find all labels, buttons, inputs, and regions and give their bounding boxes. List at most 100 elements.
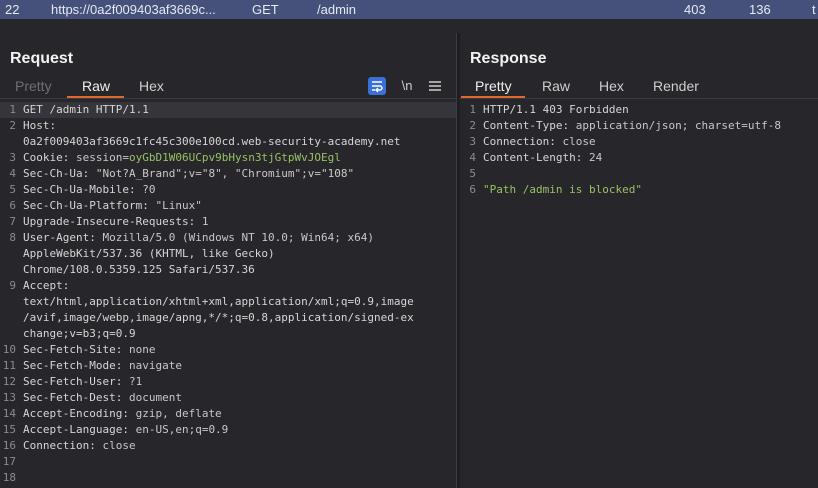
- code-line: 1 HTTP/1.1 403 Forbidden: [459, 102, 818, 118]
- code-line: 10 Sec-Fetch-Site: none: [0, 342, 456, 358]
- newline-toggle-button[interactable]: \n: [398, 77, 416, 95]
- line-text: Chrome/108.0.5359.125 Safari/537.36: [23, 262, 255, 278]
- hamburger-menu-icon[interactable]: [426, 77, 444, 95]
- history-status: 403: [684, 2, 706, 17]
- header-value: application/json; charset=utf-8: [569, 119, 782, 132]
- tab-response-render[interactable]: Render: [653, 78, 699, 94]
- line-text: Sec-Ch-Ua: "Not?A_Brand";v="8", "Chromiu…: [23, 166, 354, 182]
- header-name: Sec-Ch-Ua-Mobile: [23, 183, 129, 196]
- line-number: 4: [469, 151, 476, 164]
- code-line: 0a2f009403af3669c1fc45c300e100cd.web-sec…: [0, 134, 456, 150]
- header-colon: :: [128, 183, 136, 196]
- header-name: Sec-Fetch-Mode: [23, 359, 116, 372]
- wrap-lines-icon[interactable]: [368, 77, 386, 95]
- header-name: Sec-Ch-Ua-Platform: [23, 199, 143, 212]
- line-text: Sec-Fetch-Mode: navigate: [23, 358, 182, 374]
- highlighted-value: "Path /admin is blocked": [483, 183, 642, 196]
- response-pane: Response Pretty Raw Hex Render 1 HTTP/1.1…: [459, 33, 818, 488]
- header-colon: :: [49, 119, 57, 132]
- tab-response-pretty[interactable]: Pretty: [475, 78, 512, 94]
- code-line: 14 Accept-Encoding: gzip, deflate: [0, 406, 456, 422]
- line-number: 10: [2, 343, 16, 356]
- request-tab-separator: [0, 98, 456, 99]
- header-colon: :: [549, 135, 556, 148]
- header-name: Content-Length: [483, 151, 576, 164]
- line-text: "Path /admin is blocked": [483, 182, 642, 198]
- line-number: 3: [9, 151, 16, 164]
- code-line: 18: [0, 470, 456, 486]
- tab-request-pretty[interactable]: Pretty: [15, 78, 52, 94]
- line-text: Host:: [23, 118, 56, 134]
- code-line: 3 Connection: close: [459, 134, 818, 150]
- line-text: Content-Length: 24: [483, 150, 602, 166]
- header-value: ?0: [135, 183, 156, 196]
- line-text: text/html,application/xhtml+xml,applicat…: [23, 294, 414, 310]
- request-editor[interactable]: 1 GET /admin HTTP/1.1 2 Host: 0a2f009403af36…: [0, 102, 456, 486]
- tab-request-hex[interactable]: Hex: [139, 78, 164, 94]
- tab-response-hex[interactable]: Hex: [599, 78, 624, 94]
- header-name: Upgrade-Insecure-Requests: [23, 215, 189, 228]
- code-line: AppleWebKit/537.36 (KHTML, like Gecko): [0, 246, 456, 262]
- header-value: "Linux": [148, 199, 202, 212]
- header-value: document: [122, 391, 182, 404]
- line-number: 11: [2, 359, 16, 372]
- line-text: Sec-Ch-Ua-Mobile: ?0: [23, 182, 155, 198]
- plain-text: change;v=b3;q=0.9: [23, 327, 136, 340]
- history-length: 136: [749, 2, 771, 17]
- line-number: 14: [2, 407, 16, 420]
- code-line: 12 Sec-Fetch-User: ?1: [0, 374, 456, 390]
- line-number: 1: [9, 103, 16, 116]
- header-value: close: [95, 439, 136, 452]
- line-number: 5: [469, 167, 476, 180]
- line-number: 6: [9, 199, 16, 212]
- header-colon: :: [62, 279, 70, 292]
- header-colon: :: [122, 423, 129, 436]
- line-number: 1: [469, 103, 476, 116]
- tab-request-raw[interactable]: Raw: [82, 78, 110, 94]
- header-name: Host: [23, 119, 50, 132]
- code-line: 9 Accept:: [0, 278, 456, 294]
- line-number: 2: [9, 119, 16, 132]
- line-text: Sec-Fetch-Site: none: [23, 342, 155, 358]
- line-number: 12: [2, 375, 16, 388]
- line-number: 17: [2, 455, 16, 468]
- history-url: https://0a2f009403af3669c...: [51, 2, 216, 17]
- code-line: 2 Content-Type: application/json; charset…: [459, 118, 818, 134]
- history-number: 22: [5, 2, 20, 17]
- line-text: Cookie: session=oyGbD1W06UCpv9bHysn3tjGt…: [23, 150, 341, 166]
- code-line: 3 Cookie: session=oyGbD1W06UCpv9bHysn3tjG…: [0, 150, 456, 166]
- line-number: 15: [2, 423, 16, 436]
- line-number: 13: [2, 391, 16, 404]
- request-title: Request: [10, 50, 74, 67]
- line-number: 18: [2, 471, 16, 484]
- highlighted-value: oyGbD1W06UCpv9bHysn3tjGtpWvJOEgl: [128, 151, 341, 164]
- line-text: change;v=b3;q=0.9: [23, 326, 136, 342]
- response-editor[interactable]: 1 HTTP/1.1 403 Forbidden 2 Content-Type: ap…: [459, 102, 818, 198]
- header-value: gzip, deflate: [128, 407, 222, 420]
- code-line: change;v=b3;q=0.9: [0, 326, 456, 342]
- code-line: 1 GET /admin HTTP/1.1: [0, 102, 456, 118]
- header-name: Connection: [483, 135, 550, 148]
- plain-text: text/html,application/xhtml+xml,applicat…: [23, 295, 414, 308]
- plain-text: 0a2f009403af3669c1fc45c300e100cd.web-sec…: [23, 135, 401, 148]
- header-name: Sec-Fetch-Dest: [23, 391, 116, 404]
- header-name: Accept: [23, 279, 63, 292]
- line-number: 6: [469, 183, 476, 196]
- tab-response-raw[interactable]: Raw: [542, 78, 570, 94]
- line-text: Accept-Encoding: gzip, deflate: [23, 406, 222, 422]
- header-name: Connection: [23, 439, 90, 452]
- line-number: 2: [469, 119, 476, 132]
- code-line: 4 Sec-Ch-Ua: "Not?A_Brand";v="8", "Chromi…: [0, 166, 456, 182]
- plain-text: AppleWebKit/537.36 (KHTML, like Gecko): [23, 247, 275, 260]
- header-value: none: [122, 343, 156, 356]
- line-text: Sec-Ch-Ua-Platform: "Linux": [23, 198, 202, 214]
- code-line: 17: [0, 454, 456, 470]
- history-row-selected[interactable]: 22 https://0a2f009403af3669c... GET /adm…: [0, 0, 818, 19]
- header-value: close: [555, 135, 596, 148]
- line-text: Upgrade-Insecure-Requests: 1: [23, 214, 208, 230]
- header-value: "Not?A_Brand";v="8", "Chromium";v="108": [89, 167, 355, 180]
- line-number: 16: [2, 439, 16, 452]
- plain-text: /avif,image/webp,image/apng,*/*;q=0.8,ap…: [23, 311, 414, 324]
- header-name: Sec-Fetch-User: [23, 375, 116, 388]
- line-text: Connection: close: [23, 438, 136, 454]
